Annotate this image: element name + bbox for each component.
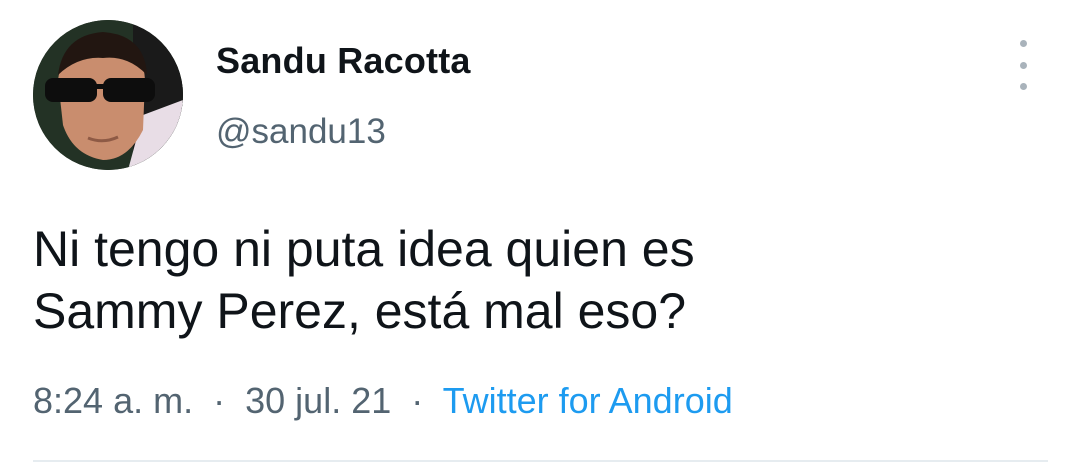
more-options-icon[interactable] bbox=[1008, 40, 1038, 90]
dot bbox=[1019, 61, 1027, 69]
tweet-meta: 8:24 a. m. · 30 jul. 21 · Twitter for An… bbox=[33, 380, 733, 422]
tweet-time[interactable]: 8:24 a. m. bbox=[33, 380, 193, 421]
dot bbox=[1019, 40, 1027, 47]
tweet-date[interactable]: 30 jul. 21 bbox=[245, 380, 391, 421]
separator: · bbox=[411, 380, 424, 421]
divider bbox=[33, 460, 1048, 462]
avatar-photo-icon bbox=[33, 20, 183, 170]
author-display-name[interactable]: Sandu Racotta bbox=[216, 40, 471, 82]
separator: · bbox=[213, 380, 226, 421]
dot bbox=[1019, 83, 1027, 90]
author-handle[interactable]: @sandu13 bbox=[216, 112, 386, 152]
avatar[interactable] bbox=[33, 20, 183, 170]
tweet-text: Ni tengo ni puta idea quien es Sammy Per… bbox=[33, 221, 695, 339]
tweet-card: Sandu Racotta @sandu13 Ni tengo ni puta … bbox=[0, 0, 1080, 471]
tweet-source-link[interactable]: Twitter for Android bbox=[443, 380, 733, 421]
